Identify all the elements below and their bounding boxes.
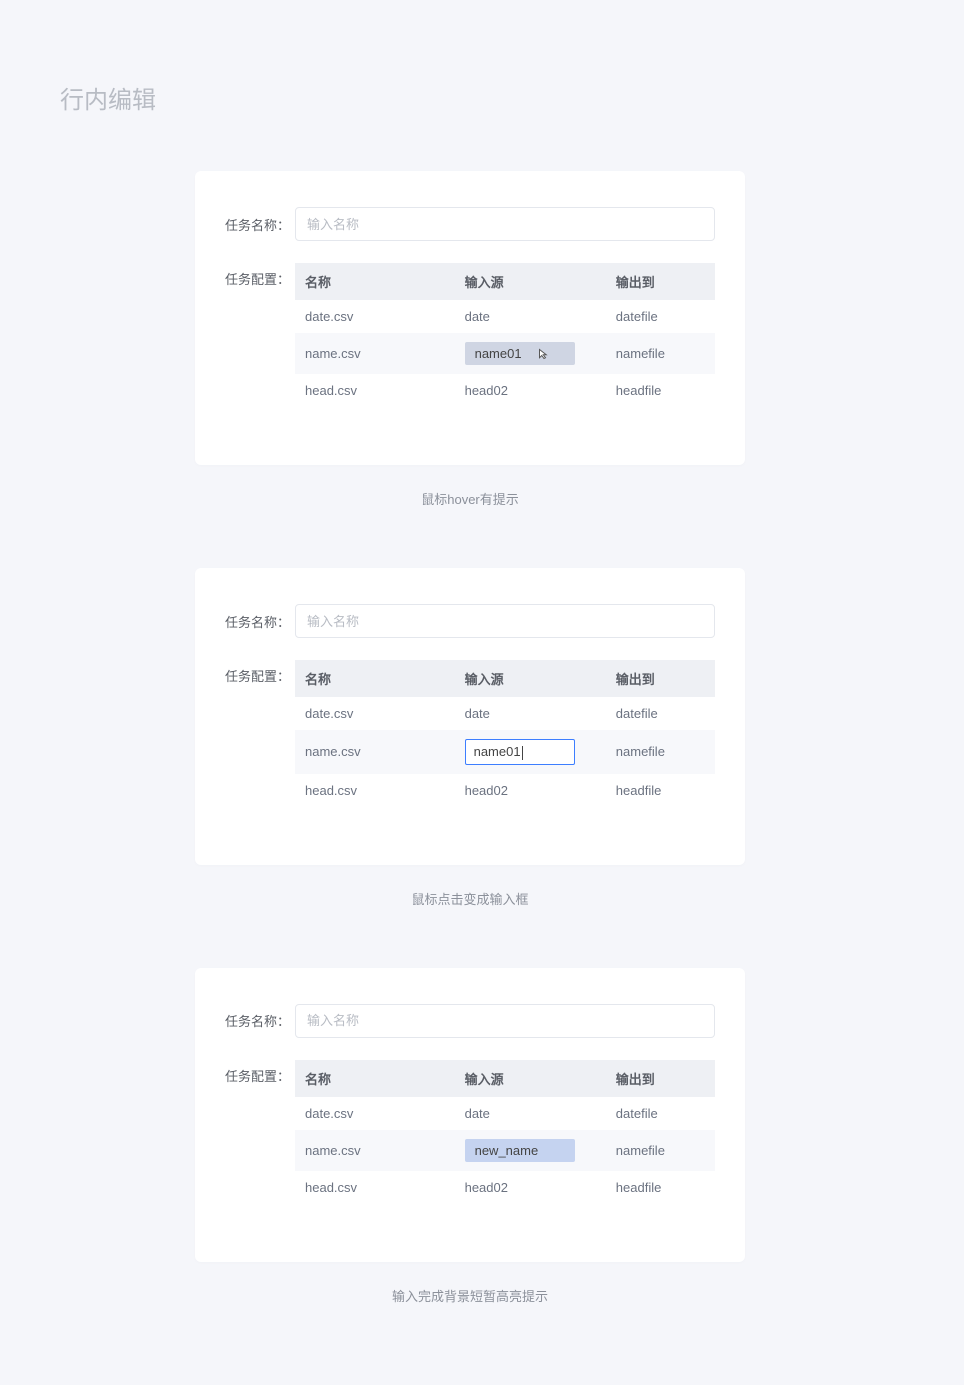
cell-output[interactable]: headfile: [606, 374, 715, 407]
th-output: 输出到: [606, 263, 715, 300]
cell-source-highlight[interactable]: new_name: [455, 1130, 606, 1171]
highlight-value: new_name: [465, 1139, 575, 1162]
card-hover-state: 任务名称： 任务配置： 名称 输入源 输出到 date.csv date dat…: [195, 171, 745, 465]
cell-output[interactable]: datefile: [606, 1097, 715, 1130]
task-config-label: 任务配置：: [225, 263, 295, 288]
table-row: date.csv date datefile: [295, 1097, 715, 1130]
card-highlight-state: 任务名称： 任务配置： 名称 输入源 输出到 date.csv date dat…: [195, 968, 745, 1262]
caption-editing: 鼠标点击变成输入框: [195, 889, 745, 908]
table-row: name.csv name01 namefile: [295, 730, 715, 774]
cell-output[interactable]: headfile: [606, 1171, 715, 1204]
cell-source[interactable]: head02: [455, 1171, 606, 1204]
cell-source-editing[interactable]: name01: [455, 730, 606, 774]
cell-output[interactable]: datefile: [606, 697, 715, 730]
hover-value: name01: [475, 346, 522, 361]
cell-output[interactable]: datefile: [606, 300, 715, 333]
text-caret-icon: [522, 746, 523, 760]
config-table: 名称 输入源 输出到 date.csv date datefile name.c…: [295, 1060, 715, 1204]
cell-name[interactable]: head.csv: [295, 1171, 455, 1204]
config-table: 名称 输入源 输出到 date.csv date datefile name.c…: [295, 263, 715, 407]
task-name-input[interactable]: [295, 207, 715, 241]
card-editing-state: 任务名称： 任务配置： 名称 输入源 输出到 date.csv date dat…: [195, 568, 745, 865]
table-row: date.csv date datefile: [295, 300, 715, 333]
cell-name[interactable]: date.csv: [295, 300, 455, 333]
th-source: 输入源: [455, 263, 606, 300]
task-name-label: 任务名称：: [225, 612, 295, 631]
cursor-icon: [538, 348, 550, 360]
th-name: 名称: [295, 1060, 455, 1097]
cell-name[interactable]: head.csv: [295, 774, 455, 807]
table-row: head.csv head02 headfile: [295, 374, 715, 407]
task-name-input[interactable]: [295, 1004, 715, 1038]
th-output: 输出到: [606, 1060, 715, 1097]
cell-name[interactable]: date.csv: [295, 697, 455, 730]
caption-highlight: 输入完成背景短暂高亮提示: [195, 1286, 745, 1305]
cell-name[interactable]: head.csv: [295, 374, 455, 407]
cell-source[interactable]: date: [455, 697, 606, 730]
table-row: date.csv date datefile: [295, 697, 715, 730]
cell-output[interactable]: namefile: [606, 1130, 715, 1171]
task-name-label: 任务名称：: [225, 215, 295, 234]
cell-source[interactable]: date: [455, 1097, 606, 1130]
page-title: 行内编辑: [60, 80, 904, 115]
cell-name[interactable]: date.csv: [295, 1097, 455, 1130]
cell-name[interactable]: name.csv: [295, 730, 455, 774]
config-table: 名称 输入源 输出到 date.csv date datefile name.c…: [295, 660, 715, 807]
cell-output[interactable]: headfile: [606, 774, 715, 807]
cell-name[interactable]: name.csv: [295, 1130, 455, 1171]
cell-source[interactable]: head02: [455, 774, 606, 807]
task-config-label: 任务配置：: [225, 1060, 295, 1085]
th-output: 输出到: [606, 660, 715, 697]
inline-edit-input: name01: [465, 739, 575, 765]
task-name-label: 任务名称：: [225, 1011, 295, 1030]
task-config-label: 任务配置：: [225, 660, 295, 685]
cell-source[interactable]: head02: [455, 374, 606, 407]
table-row: name.csv name01 namefil: [295, 333, 715, 374]
table-row: head.csv head02 headfile: [295, 774, 715, 807]
th-source: 输入源: [455, 660, 606, 697]
th-source: 输入源: [455, 1060, 606, 1097]
cell-output[interactable]: namefile: [606, 333, 715, 374]
cell-source-hover[interactable]: name01: [455, 333, 606, 374]
th-name: 名称: [295, 263, 455, 300]
cell-source[interactable]: date: [455, 300, 606, 333]
table-row: name.csv new_name namefile: [295, 1130, 715, 1171]
table-row: head.csv head02 headfile: [295, 1171, 715, 1204]
cell-output[interactable]: namefile: [606, 730, 715, 774]
th-name: 名称: [295, 660, 455, 697]
task-name-input[interactable]: [295, 604, 715, 638]
cell-name[interactable]: name.csv: [295, 333, 455, 374]
caption-hover: 鼠标hover有提示: [195, 489, 745, 508]
